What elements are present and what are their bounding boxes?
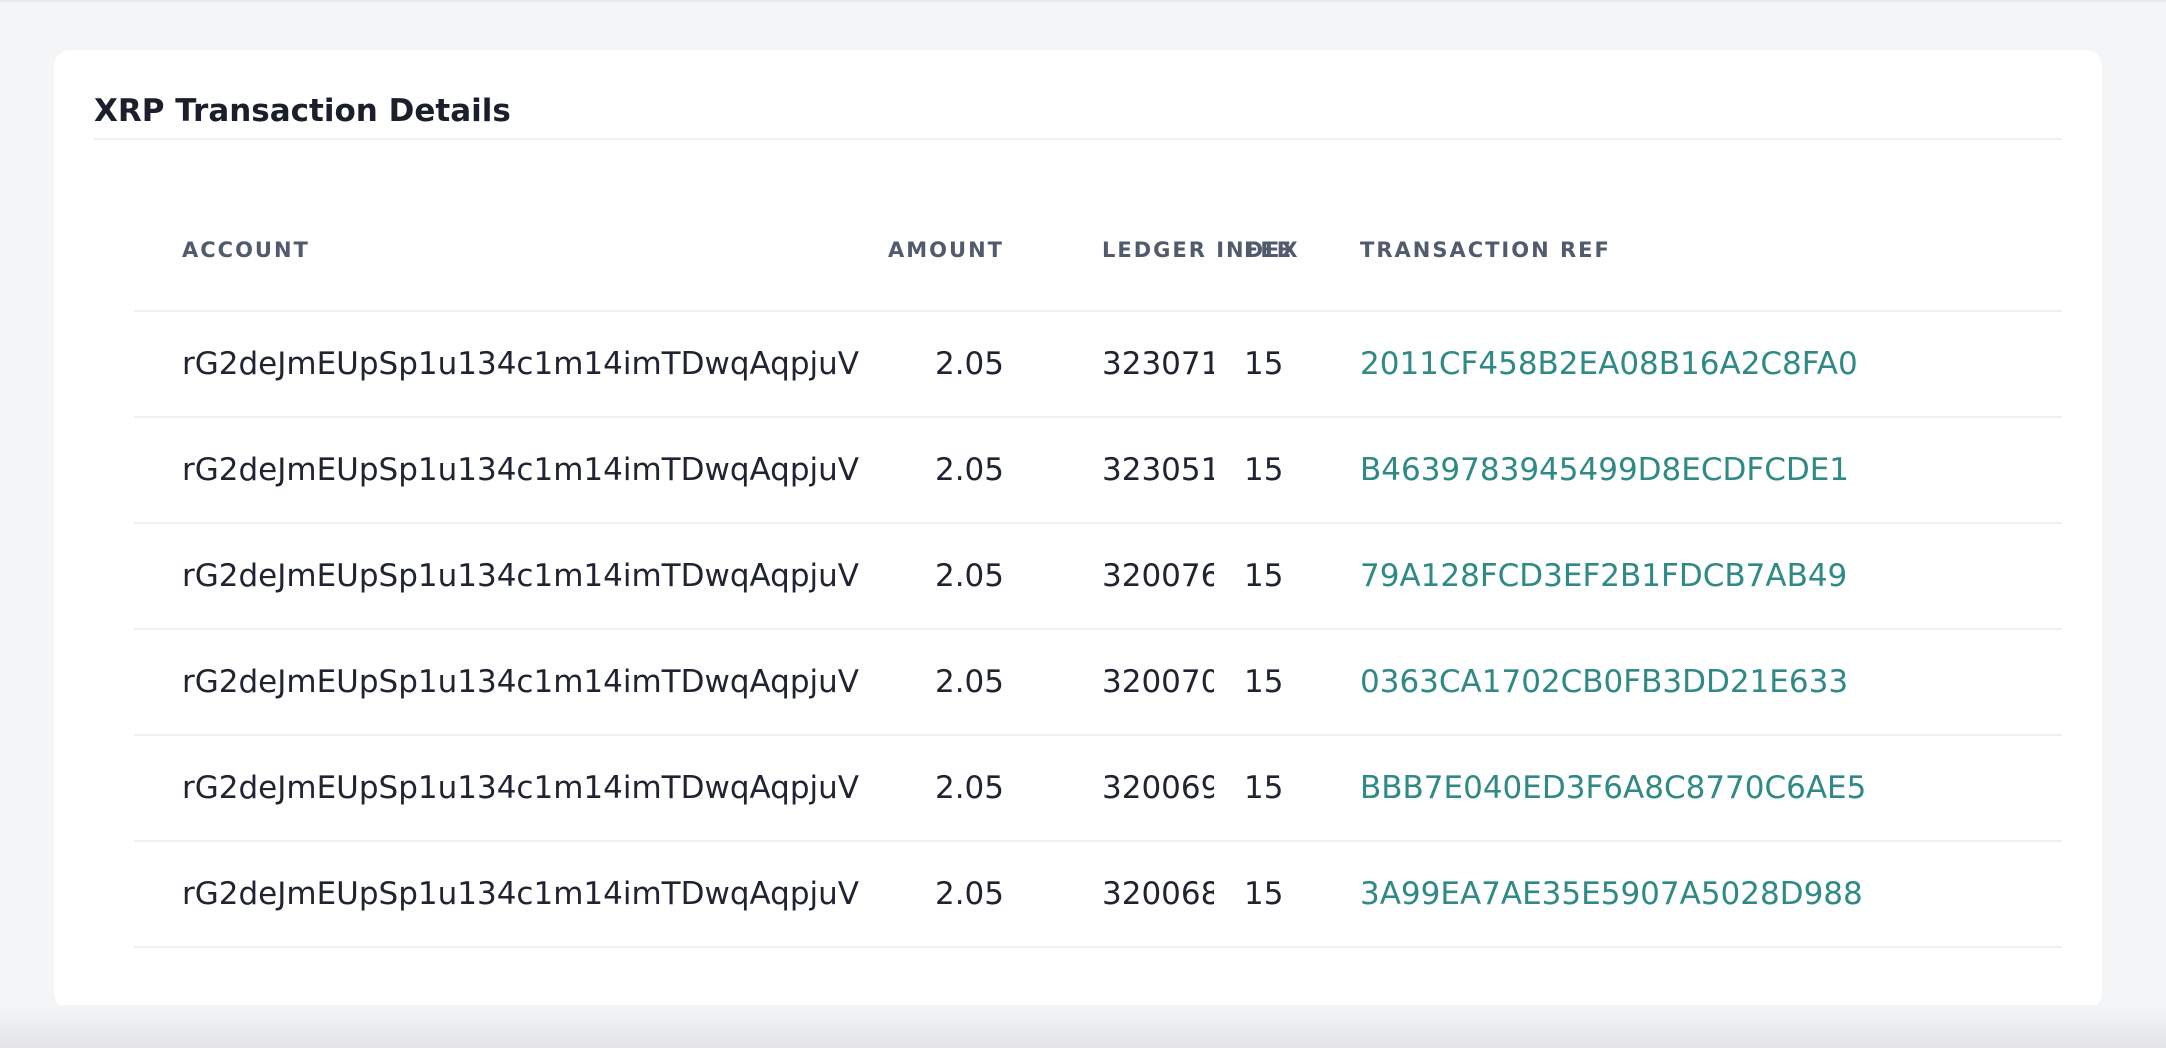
fee-cell: 15 [1214,417,1358,524]
fee-cell: 15 [1214,735,1358,842]
ledger-index-cell: 32006906 [1004,735,1214,842]
account-cell: rG2deJmEUpSp1u134c1m14imTDwqAqpjuV [134,841,864,948]
column-header-transaction-ref: TRANSACTION REF [1358,190,2062,312]
amount-cell: 2.05 [864,735,1004,842]
transaction-ref-cell: B4639783945499D8ECDFCDE1 [1358,417,2062,524]
column-header-account: ACCOUNT [134,190,864,312]
fee-cell: 15 [1214,841,1358,948]
column-header-ledger-index: LEDGER INDEX [1004,190,1298,312]
transaction-ref-cell: 79A128FCD3EF2B1FDCB7AB49 [1358,523,2062,630]
ledger-index-cell: 32307110 [1004,311,1214,418]
transaction-ref-link[interactable]: 3A99EA7AE35E5907A5028D988 [1360,876,1863,912]
fee-cell: 15 [1214,523,1358,630]
fee-cell: 15 [1214,311,1358,418]
account-cell: rG2deJmEUpSp1u134c1m14imTDwqAqpjuV [134,735,864,842]
transaction-ref-cell: 0363CA1702CB0FB3DD21E633 [1358,629,2062,736]
amount-cell: 2.05 [864,311,1004,418]
table-row: rG2deJmEUpSp1u134c1m14imTDwqAqpjuV 2.05 … [134,735,2062,842]
account-cell: rG2deJmEUpSp1u134c1m14imTDwqAqpjuV [134,311,864,418]
top-divider [0,0,2166,2]
account-cell: rG2deJmEUpSp1u134c1m14imTDwqAqpjuV [134,629,864,736]
ledger-index-cell: 32305143 [1004,417,1214,524]
transaction-ref-link[interactable]: 79A128FCD3EF2B1FDCB7AB49 [1360,558,1847,594]
ledger-index-cell: 32007034 [1004,629,1214,736]
table-row: rG2deJmEUpSp1u134c1m14imTDwqAqpjuV 2.05 … [134,629,2062,736]
transaction-ref-cell: 3A99EA7AE35E5907A5028D988 [1358,841,2062,948]
table-row: rG2deJmEUpSp1u134c1m14imTDwqAqpjuV 2.05 … [134,523,2062,630]
title-divider [94,138,2062,140]
card-title: XRP Transaction Details [94,93,511,129]
table-body: rG2deJmEUpSp1u134c1m14imTDwqAqpjuV 2.05 … [134,311,2062,948]
table-row: rG2deJmEUpSp1u134c1m14imTDwqAqpjuV 2.05 … [134,311,2062,418]
ledger-index-cell: 32006809 [1004,841,1214,948]
bottom-shadow [0,1005,2166,1048]
table-row: rG2deJmEUpSp1u134c1m14imTDwqAqpjuV 2.05 … [134,841,2062,948]
transaction-ref-cell: 2011CF458B2EA08B16A2C8FA0 [1358,311,2062,418]
transaction-ref-cell: BBB7E040ED3F6A8C8770C6AE5 [1358,735,2062,842]
transaction-ref-link[interactable]: 0363CA1702CB0FB3DD21E633 [1360,664,1848,700]
table-row: rG2deJmEUpSp1u134c1m14imTDwqAqpjuV 2.05 … [134,417,2062,524]
amount-cell: 2.05 [864,841,1004,948]
ledger-index-cell: 32007622 [1004,523,1214,630]
transactions-table-container[interactable]: ACCOUNT AMOUNT LEDGER INDEX FEE TRANSACT… [134,190,2062,950]
header-row: ACCOUNT AMOUNT LEDGER INDEX FEE TRANSACT… [134,190,2062,312]
transaction-ref-link[interactable]: 2011CF458B2EA08B16A2C8FA0 [1360,346,1858,382]
column-header-amount: AMOUNT [864,190,1004,312]
transactions-table: ACCOUNT AMOUNT LEDGER INDEX FEE TRANSACT… [134,190,2062,948]
amount-cell: 2.05 [864,629,1004,736]
amount-cell: 2.05 [864,523,1004,630]
account-cell: rG2deJmEUpSp1u134c1m14imTDwqAqpjuV [134,523,864,630]
fee-cell: 15 [1214,629,1358,736]
account-cell: rG2deJmEUpSp1u134c1m14imTDwqAqpjuV [134,417,864,524]
amount-cell: 2.05 [864,417,1004,524]
table-header: ACCOUNT AMOUNT LEDGER INDEX FEE TRANSACT… [134,190,2062,312]
transaction-details-card: XRP Transaction Details ACCOUNT AMOUNT L… [54,50,2102,1009]
transaction-ref-link[interactable]: BBB7E040ED3F6A8C8770C6AE5 [1360,770,1866,806]
transaction-ref-link[interactable]: B4639783945499D8ECDFCDE1 [1360,452,1849,488]
